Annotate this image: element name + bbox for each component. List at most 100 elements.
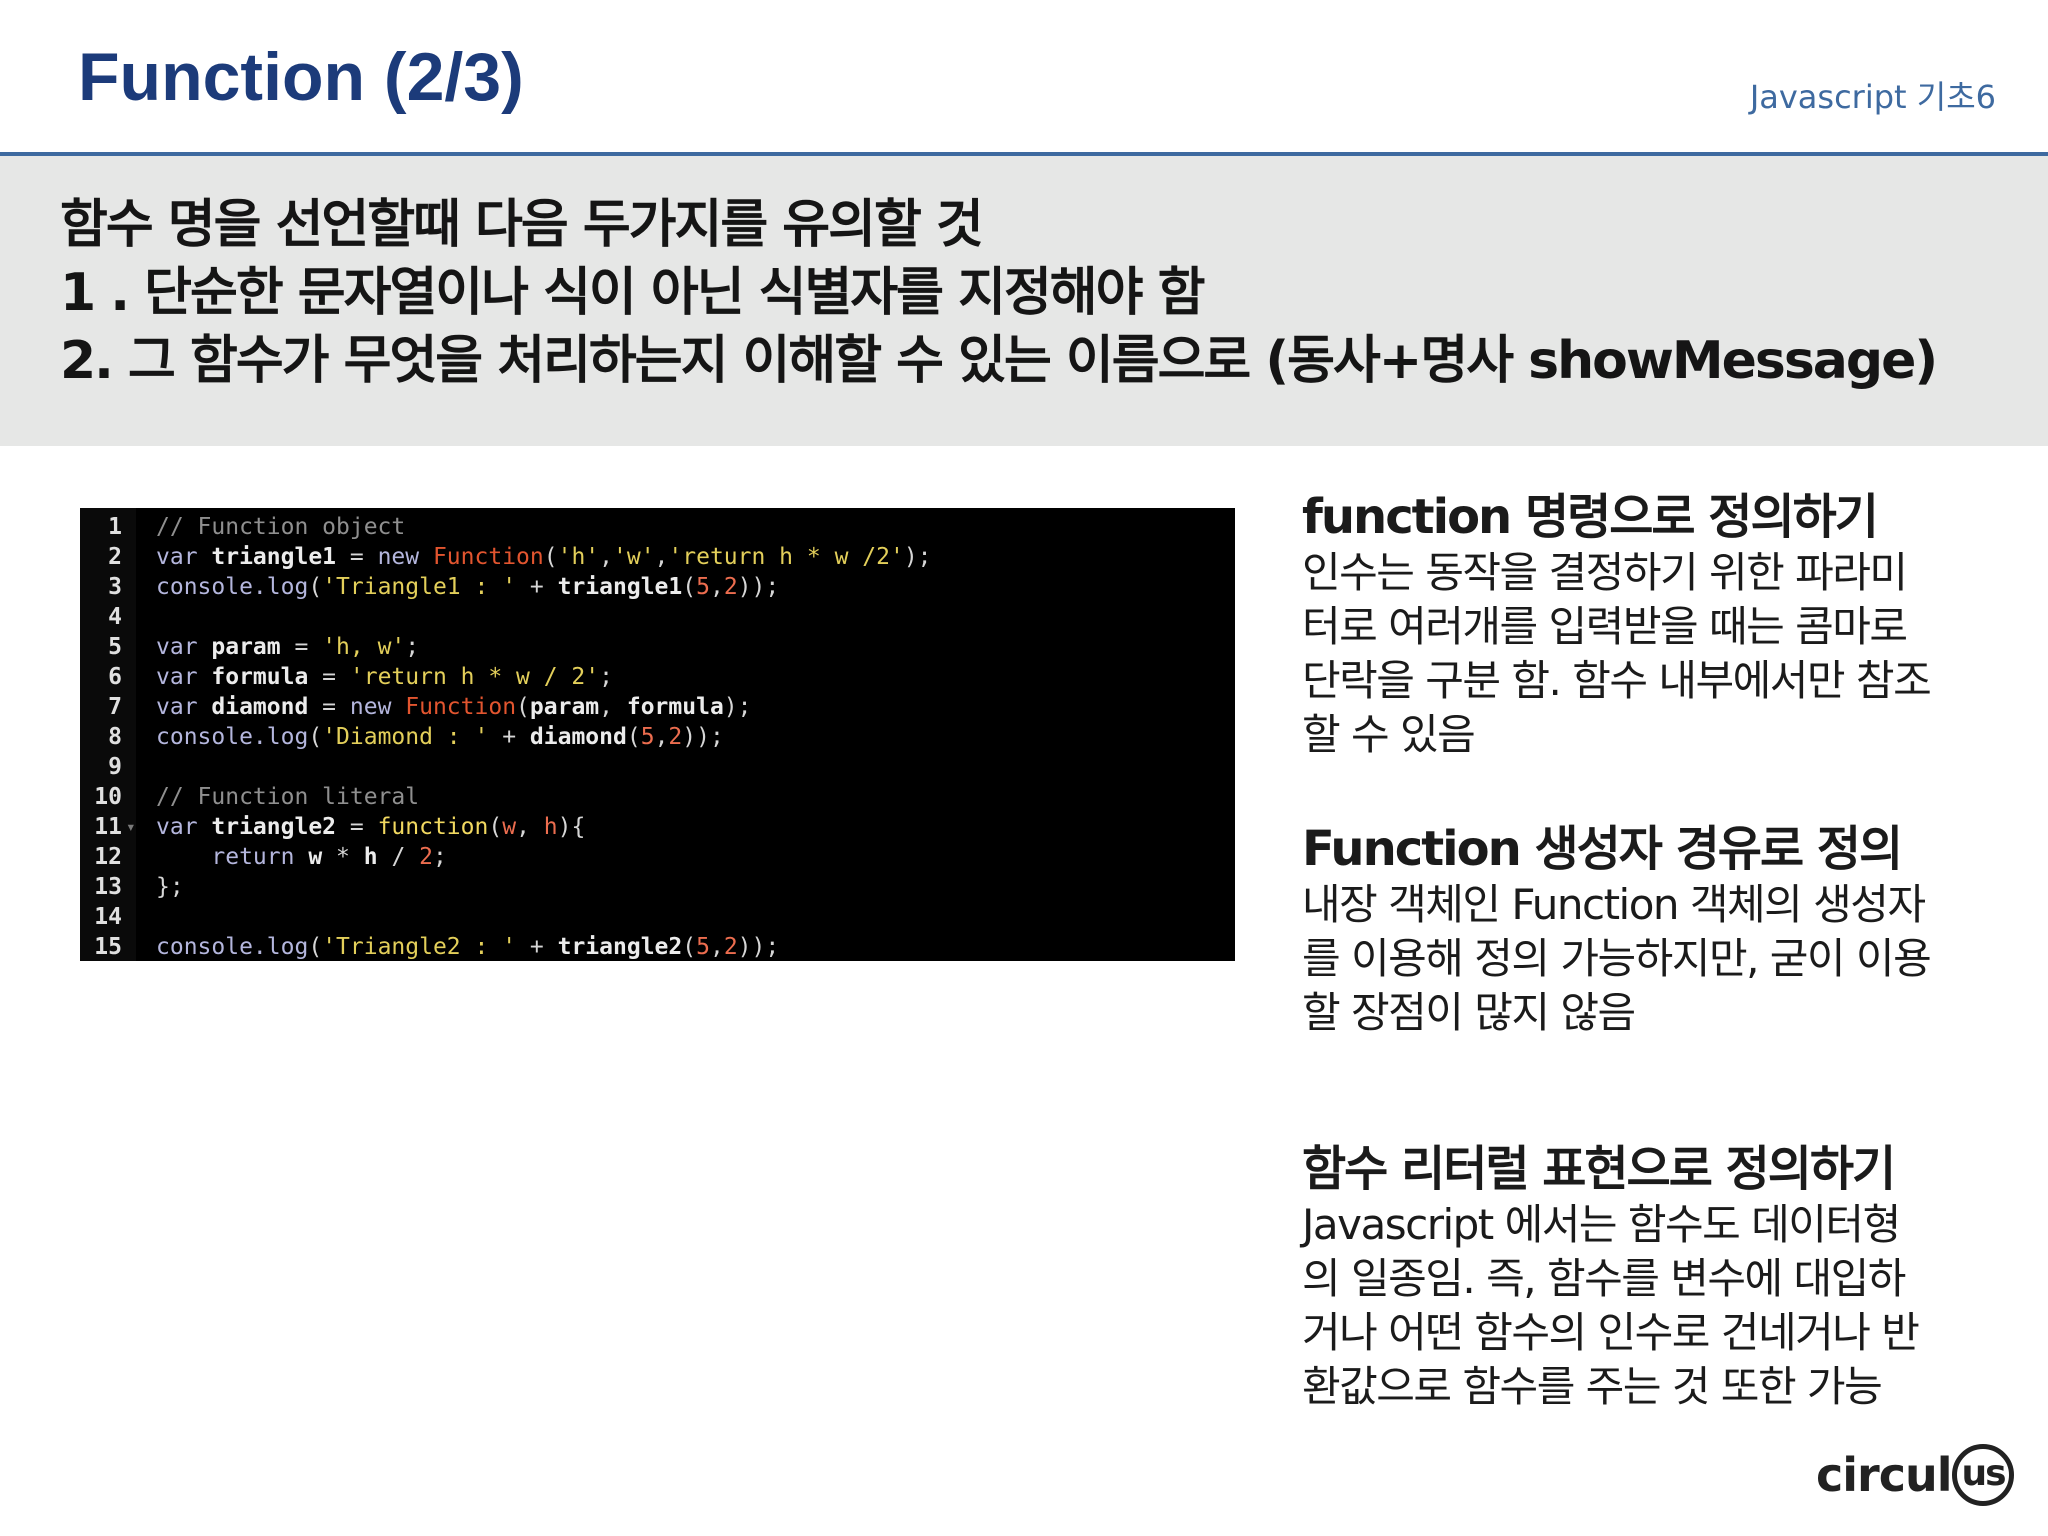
code-token: (	[488, 814, 503, 840]
code-token: var	[156, 814, 212, 840]
code-token: );	[723, 694, 752, 720]
section-body-line: 환값으로 함수를 주는 것 또한 가능	[1302, 1362, 1883, 1411]
line-number: 7	[108, 694, 122, 720]
code-token: diamond	[211, 694, 309, 720]
code-token: ,	[599, 544, 613, 570]
code-line: 8 console.log('Diamond : ' + diamond(5,2)…	[80, 722, 1235, 752]
code-line: 10 // Function literal	[80, 782, 1235, 812]
code-text: };	[156, 872, 184, 902]
code-token: 'return h * w / 2'	[349, 664, 600, 690]
intro-line: 2. 그 함수가 무엇을 처리하는지 이해할 수 있는 이름으로 (동사+명사 …	[60, 331, 1938, 391]
code-text: console.log('Diamond : ' + diamond(5,2))…	[156, 722, 724, 752]
line-number: 9	[108, 754, 122, 780]
code-text: // Function literal	[156, 782, 419, 812]
section-heading: 함수 리터럴 표현으로 정의하기	[1302, 1141, 1896, 1197]
intro-line: 1 . 단순한 문자열이나 식이 아닌 식별자를 지정해야 함	[60, 263, 1205, 323]
code-token: =	[280, 634, 323, 660]
line-number: 4	[108, 604, 122, 630]
section-function-constructor: Function 생성자 경유로 정의 내장 객체인 Function 객체의 …	[1302, 820, 2002, 1040]
code-token: +	[488, 724, 530, 750]
code-text: // Function object	[156, 512, 405, 542]
code-token: ,	[709, 934, 724, 960]
code-screenshot: 1 // Function object 2 var triangle1 = new …	[80, 508, 1235, 961]
code-line: 6 var formula = 'return h * w / 2';	[80, 662, 1235, 692]
code-line: 3 console.log('Triangle1 : ' + triangle1(…	[80, 572, 1235, 602]
code-token: function	[377, 814, 489, 840]
code-token: // Function object	[156, 514, 406, 540]
code-text: var triangle1 = new Function('h','w','re…	[156, 542, 932, 572]
code-token: triangle1	[557, 574, 683, 600]
code-token: ,	[654, 724, 669, 750]
code-token: (	[543, 544, 558, 570]
line-number: 6	[108, 664, 122, 690]
line-number: 12	[94, 844, 122, 870]
section-body-line: Javascript 에서는 함수도 데이터형	[1302, 1200, 1901, 1249]
line-number: 1	[108, 514, 122, 540]
code-line: 9	[80, 752, 1235, 782]
code-line: 13};	[80, 872, 1235, 902]
code-token: (	[308, 724, 323, 750]
line-number: 11	[94, 814, 122, 840]
section-function-literal: 함수 리터럴 표현으로 정의하기 Javascript 에서는 함수도 데이터형…	[1302, 1140, 2002, 1414]
line-number: 14	[94, 904, 122, 930]
code-token: *	[322, 844, 364, 870]
section-heading: Function 생성자 경유로 정의	[1302, 821, 1903, 877]
line-number: 3	[108, 574, 122, 600]
code-line: 12 return w * h / 2;	[80, 842, 1235, 872]
line-number: 5	[108, 634, 122, 660]
code-token: Function	[432, 544, 544, 570]
section-body-line: 거나 어떤 함수의 인수로 건네거나 반	[1302, 1308, 1920, 1357]
code-token: 5	[640, 724, 655, 750]
circulus-logo: circul us	[1816, 1440, 2026, 1520]
code-token: (	[308, 934, 323, 960]
section-function-statement: function 명령으로 정의하기 인수는 동작을 결정하기 위한 파라미 터…	[1302, 488, 2002, 762]
code-token: ));	[737, 574, 780, 600]
section-body-line: 할 장점이 많지 않음	[1302, 988, 1636, 1037]
code-token: new	[349, 694, 406, 720]
code-token: w	[308, 844, 323, 870]
code-token: (	[308, 574, 323, 600]
code-token: Function	[405, 694, 517, 720]
code-token: triangle2	[557, 934, 683, 960]
code-token: new	[377, 544, 433, 570]
code-line: 14	[80, 902, 1235, 932]
code-token: param	[211, 634, 281, 660]
code-token: ,	[516, 814, 544, 840]
code-token: +	[516, 934, 558, 960]
code-token: console.log	[156, 934, 309, 960]
code-token: =	[308, 664, 350, 690]
code-text: console.log('Triangle2 : ' + triangle2(5…	[156, 932, 779, 962]
fold-marker-icon[interactable]: ▾	[126, 812, 136, 842]
code-token: 2	[723, 574, 738, 600]
code-token: ;	[405, 634, 420, 660]
code-token: w	[502, 814, 517, 840]
code-line: 7 var diamond = new Function(param, formu…	[80, 692, 1235, 722]
code-token: /	[377, 844, 420, 870]
code-token: console.log	[156, 724, 309, 750]
code-token: 5	[696, 934, 710, 960]
code-token: (	[626, 724, 641, 750]
code-token: 5	[696, 574, 710, 600]
code-token: var	[156, 664, 212, 690]
code-line: 4	[80, 602, 1235, 632]
logo-text: circul	[1816, 1448, 1953, 1502]
code-token: (	[682, 934, 697, 960]
section-body-line: 터로 여러개를 입력받을 때는 콤마로	[1302, 602, 1908, 651]
section-heading: function 명령으로 정의하기	[1302, 489, 1879, 545]
code-token: ));	[737, 934, 780, 960]
code-token: return	[211, 844, 309, 870]
code-token: // Function literal	[156, 784, 420, 810]
code-text: var triangle2 = function(w, h){	[156, 812, 585, 842]
code-token: 'h, w'	[322, 634, 406, 660]
code-text: return w * h / 2;	[156, 842, 446, 872]
section-body-line: 단락을 구분 함. 함수 내부에서만 참조	[1302, 656, 1932, 705]
section-body-line: 할 수 있음	[1302, 710, 1476, 759]
code-token: formula	[626, 694, 724, 720]
code-token: =	[336, 814, 378, 840]
code-token: h	[363, 844, 378, 870]
code-token: var	[156, 634, 212, 660]
section-body-line: 의 일종임. 즉, 함수를 변수에 대입하	[1302, 1254, 1906, 1303]
line-number: 13	[94, 874, 122, 900]
code-token: formula	[211, 664, 309, 690]
